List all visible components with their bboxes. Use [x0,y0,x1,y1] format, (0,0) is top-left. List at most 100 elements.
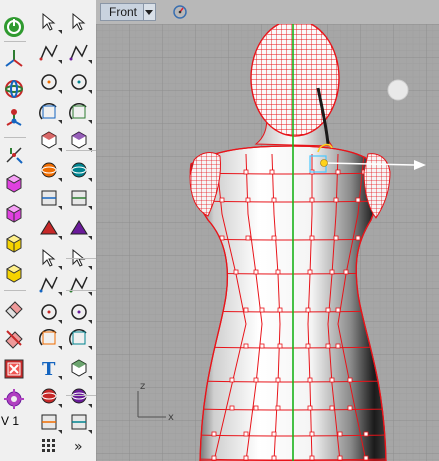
control-point [253,405,259,411]
cplane-icon[interactable] [2,47,26,71]
flyout-indicator [88,266,92,270]
more-icon[interactable]: » [67,434,91,458]
control-point [309,455,315,461]
control-point [245,235,251,241]
flyout-indicator [58,90,62,94]
view-tab-label: Front [109,5,138,19]
control-point [307,269,313,275]
control-point [243,169,249,175]
cage-point-icon[interactable] [2,143,26,167]
control-point [269,169,275,175]
gumball-icon[interactable] [2,77,26,101]
yellow-box-icon[interactable] [2,231,26,255]
control-point [233,269,239,275]
control-point [355,235,361,241]
pink-box-icon[interactable] [2,201,26,225]
control-point [219,197,225,203]
rhino-logo-icon[interactable] [2,15,26,39]
control-point [333,197,339,203]
control-point [337,455,343,461]
left-toolbar: V 1 [0,0,30,461]
move-box-icon[interactable] [2,171,26,195]
flyout-indicator [88,120,92,124]
control-point [271,197,277,203]
view-tab[interactable]: Front [100,3,156,21]
control-point [329,405,335,411]
control-point [243,343,249,349]
control-point [275,405,281,411]
control-point [363,455,369,461]
flyout-indicator [58,148,62,152]
flyout-indicator [88,60,92,64]
flyout-indicator [58,236,62,240]
control-point [307,377,313,383]
light-bulb-icon[interactable] [387,79,409,101]
viewport-header: Front [96,0,439,24]
point-icon[interactable] [67,10,91,34]
control-point [253,269,259,275]
flyout-indicator [88,178,92,182]
control-point [343,269,349,275]
control-point [335,169,341,175]
flyout-indicator [58,320,62,324]
version-label: V 1 [1,414,20,428]
control-point [259,343,265,349]
flyout-indicator [88,404,92,408]
viewport-panel: Front z x [96,0,439,461]
front-viewport[interactable]: z x [96,24,439,461]
control-point [333,235,339,241]
control-point [271,455,277,461]
control-point [277,343,283,349]
svg-text:z: z [140,381,145,392]
svg-text:x: x [168,412,174,423]
viewport-history-icon[interactable] [172,4,188,20]
chevron-down-icon[interactable] [142,4,155,20]
flyout-indicator [88,346,92,350]
flyout-indicator [58,120,62,124]
control-point [243,307,249,313]
flyout-indicator [88,206,92,210]
record-history-icon[interactable] [2,357,26,381]
control-point [243,431,249,437]
control-point [245,197,251,203]
control-point [329,377,335,383]
flyout-indicator [88,90,92,94]
control-point [305,343,311,349]
flyout-indicator [58,346,62,350]
control-point [309,431,315,437]
control-point [277,307,283,313]
control-point [259,307,265,313]
svg-text:»: » [74,439,83,455]
control-point [211,455,217,461]
control-point [229,405,235,411]
control-point [307,405,313,411]
control-point [309,197,315,203]
flyout-indicator [58,266,62,270]
control-point [325,307,331,313]
flyout-indicator [58,292,62,296]
control-point [305,307,311,313]
control-point [275,269,281,275]
flyout-indicator [88,376,92,380]
control-point [271,431,277,437]
flyout-indicator [58,30,62,34]
osnap-axis-icon[interactable] [2,107,26,131]
control-point [335,307,341,313]
yellow-box-2-icon[interactable] [2,261,26,285]
flyout-indicator [58,376,62,380]
control-point [243,455,249,461]
control-point [325,343,331,349]
control-point [347,405,353,411]
grid-icon[interactable] [37,434,61,458]
delete-icon[interactable] [2,326,26,350]
control-point [309,235,315,241]
svg-text:T: T [42,359,56,380]
flyout-indicator [58,404,62,408]
control-point [275,377,281,383]
control-point [335,343,341,349]
flyout-indicator [88,320,92,324]
options-icon[interactable] [2,387,26,411]
eraser-icon[interactable] [2,296,26,320]
tool-palette: T» [30,0,120,461]
flyout-indicator [58,178,62,182]
